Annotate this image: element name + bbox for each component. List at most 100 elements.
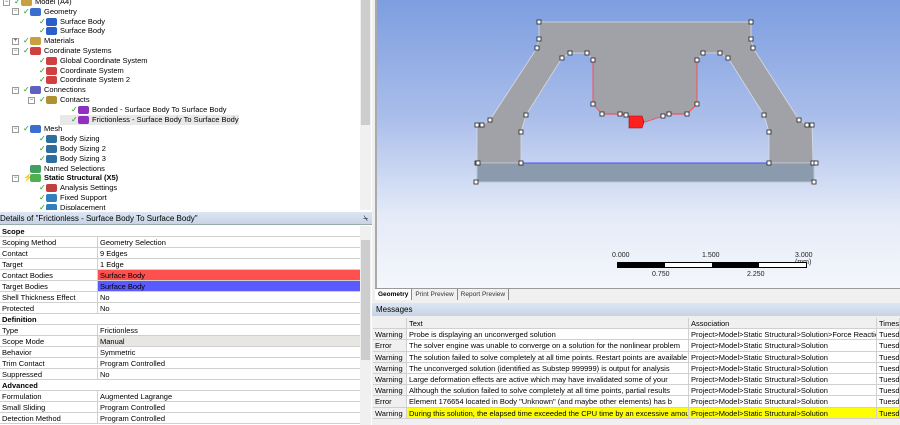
details-row[interactable]: Protected No — [0, 303, 360, 314]
fixed-support-icon — [46, 194, 57, 202]
outline-tree: − ✓ Model (A4) − ✓ Geometry ✓ Surface Body ✓ Surf… — [0, 0, 372, 210]
tree-item-label: Surface Body — [60, 26, 106, 36]
message-row[interactable]: Warning The solution failed to solve comp… — [373, 351, 900, 363]
details-value[interactable]: Program Controlled — [98, 358, 360, 368]
tree-scrollbar-thumb[interactable] — [361, 0, 370, 125]
geometry-model[interactable] — [377, 0, 900, 240]
collapse-icon[interactable]: − — [12, 125, 19, 133]
details-row[interactable]: Contact 9 Edges — [0, 248, 360, 259]
details-row[interactable]: Trim Contact Program Controlled — [0, 358, 360, 369]
details-value[interactable]: Surface Body — [98, 281, 360, 291]
details-value[interactable]: No — [98, 369, 360, 379]
details-section-header[interactable]: Advanced — [0, 380, 360, 391]
details-row[interactable]: Target Bodies Surface Body — [0, 281, 360, 292]
details-row[interactable]: Scope Mode Manual — [0, 336, 360, 347]
details-scrollbar[interactable] — [360, 226, 371, 425]
tree-item[interactable]: ✓ Surface Body — [28, 17, 105, 27]
tree-item[interactable]: ✓ Body Sizing 2 — [28, 144, 106, 154]
message-row[interactable]: Warning Large deformation effects are act… — [373, 373, 900, 386]
check-status-icon: ✓ — [39, 144, 46, 153]
tree-item[interactable]: ✓ Global Coordinate System — [28, 56, 148, 66]
details-row[interactable]: Behavior Symmetric — [0, 347, 360, 358]
message-type: Warning — [373, 407, 407, 418]
message-type: Warning — [373, 351, 407, 362]
details-section-header[interactable]: Scope — [0, 226, 360, 237]
collapse-icon[interactable]: − — [12, 47, 19, 55]
tree-item[interactable]: ✓ Displacement — [28, 203, 105, 210]
details-value[interactable]: Manual — [98, 336, 360, 346]
tree-item[interactable]: ✓ Coordinate System 2 — [28, 75, 130, 85]
tree-item[interactable]: − ✓ Contacts — [28, 95, 90, 105]
tree-item[interactable]: − ⚡ Static Structural (X5) — [12, 173, 118, 183]
details-value[interactable]: No — [98, 303, 360, 313]
message-row[interactable]: Warning Although the solution failed to s… — [373, 385, 900, 397]
details-value[interactable]: Geometry Selection — [98, 237, 360, 247]
message-row[interactable]: Error Element 176654 located in Body "Unk… — [373, 396, 900, 408]
message-row[interactable]: Error The solver engine was unable to con… — [373, 340, 900, 352]
details-value[interactable]: Frictionless — [98, 325, 360, 335]
contact-surface-body[interactable] — [476, 21, 814, 164]
details-scrollbar-thumb[interactable] — [361, 240, 370, 360]
check-status-icon: ✓ — [23, 46, 30, 55]
collapse-icon[interactable]: − — [28, 96, 35, 104]
details-value[interactable]: Augmented Lagrange — [98, 391, 360, 401]
message-row[interactable]: Warning The unconverged solution (identif… — [373, 362, 900, 374]
tree-item[interactable]: − ✓ Mesh — [12, 124, 62, 134]
tree-item[interactable]: ✓ Bonded - Surface Body To Surface Body — [60, 105, 227, 115]
vertex-marker — [479, 122, 485, 128]
collapse-icon[interactable]: − — [12, 174, 19, 182]
collapse-icon[interactable]: − — [12, 8, 19, 16]
details-row[interactable]: Target 1 Edge — [0, 259, 360, 270]
pin-icon[interactable]: ⍀ — [363, 212, 368, 225]
message-type: Warning — [373, 373, 407, 385]
collapse-icon[interactable]: − — [12, 86, 19, 94]
scale-ruler: 0.000 1.500 3.000 (mm) 0.750 2.250 — [612, 252, 813, 282]
details-value[interactable]: Symmetric — [98, 347, 360, 357]
tree-item[interactable]: ✓ Coordinate System — [28, 66, 124, 76]
details-key: Type — [0, 325, 98, 335]
message-row[interactable]: Warning During this solution, the elapsed… — [373, 407, 900, 419]
details-row[interactable]: Small Sliding Program Controlled — [0, 402, 360, 413]
vertex-marker — [487, 117, 493, 123]
vertex-marker — [473, 179, 479, 185]
collapse-icon[interactable]: − — [3, 0, 10, 6]
message-association: Project>Model>Static Structural>Solution — [689, 407, 877, 418]
tree-item[interactable]: ✓ Fixed Support — [28, 193, 107, 203]
tree-item[interactable]: ✓ Analysis Settings — [28, 183, 117, 193]
details-row[interactable]: Scoping Method Geometry Selection — [0, 237, 360, 248]
geometry-viewport[interactable]: 0.000 1.500 3.000 (mm) 0.750 2.250 — [375, 0, 900, 288]
details-value[interactable]: Program Controlled — [98, 402, 360, 412]
tree-scrollbar[interactable] — [360, 0, 371, 210]
details-value[interactable]: Surface Body — [98, 270, 360, 280]
details-row[interactable]: Contact Bodies Surface Body — [0, 270, 360, 281]
tree-item[interactable]: − ✓ Geometry — [12, 7, 77, 17]
details-value[interactable]: 9 Edges — [98, 248, 360, 258]
details-row[interactable]: Formulation Augmented Lagrange — [0, 391, 360, 402]
coordinate-system-icon — [46, 66, 57, 75]
details-header: Details of "Frictionless - Surface Body … — [0, 212, 372, 225]
details-value[interactable]: Program Controlled — [98, 413, 360, 423]
tree-item[interactable]: − ✓ Coordinate Systems — [12, 46, 112, 56]
base-surface-body[interactable] — [476, 162, 815, 183]
messages-column-headers[interactable]: TextAssociationTimestamp — [373, 318, 900, 330]
details-value[interactable]: 1 Edge — [98, 259, 360, 269]
tree-item[interactable]: ✓ Body Sizing 3 — [28, 154, 106, 164]
details-row[interactable]: Type Frictionless — [0, 325, 360, 336]
body-sizing-icon — [46, 135, 57, 144]
tree-item[interactable]: ✓ Body Sizing — [28, 134, 100, 144]
expand-icon[interactable]: + — [12, 37, 19, 45]
tree-item[interactable]: − ✓ Connections — [12, 85, 86, 95]
tree-item[interactable]: + ✓ Materials — [12, 36, 74, 46]
tree-item[interactable]: ✓ Surface Body — [28, 26, 105, 36]
tab-report-preview[interactable]: Report Preview — [458, 289, 510, 300]
tab-geometry[interactable]: Geometry — [375, 289, 413, 300]
tab-print-preview[interactable]: Print Preview — [412, 289, 458, 300]
details-section-header[interactable]: Definition — [0, 314, 360, 325]
tree-item[interactable]: ✓ Frictionless - Surface Body To Surface … — [60, 114, 239, 125]
details-value[interactable]: No — [98, 292, 360, 302]
details-row[interactable]: Suppressed No — [0, 369, 360, 380]
details-row[interactable]: Detection Method Program Controlled — [0, 413, 360, 424]
details-row[interactable]: Shell Thickness Effect No — [0, 292, 360, 303]
message-row[interactable]: Warning Probe is displaying an unconverge… — [373, 329, 900, 341]
vertex-marker — [518, 129, 524, 135]
